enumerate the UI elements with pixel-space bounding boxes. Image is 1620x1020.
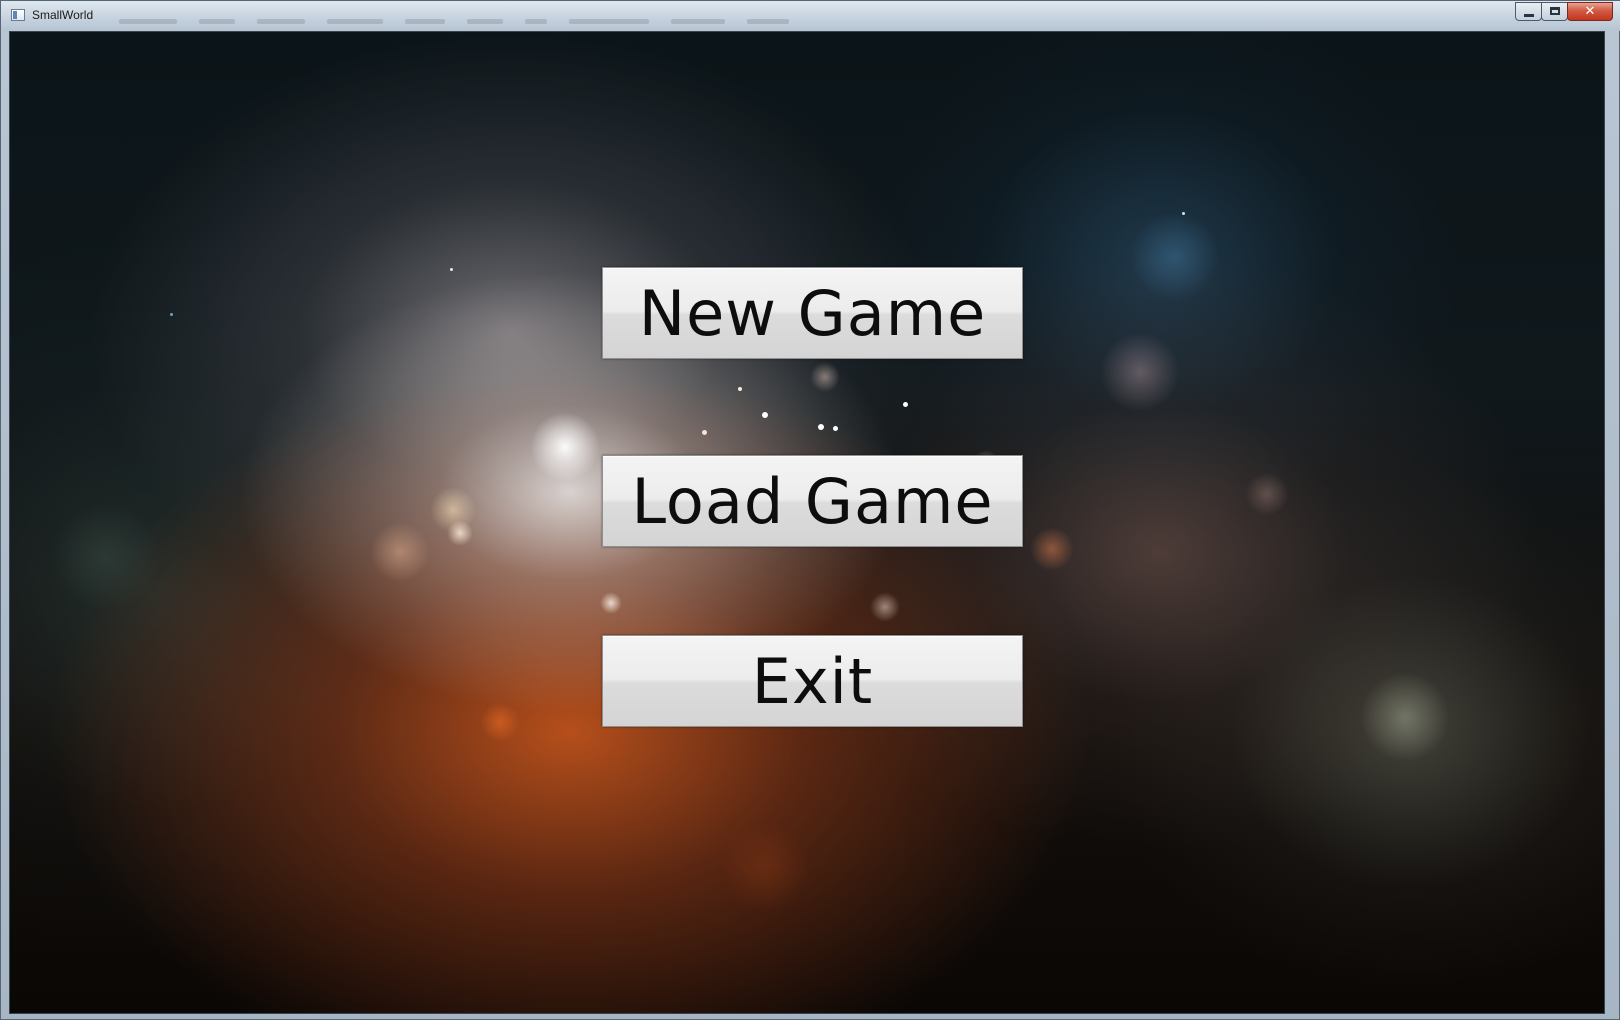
main-menu-screen: New Game Load Game Exit: [9, 31, 1605, 1014]
app-window: SmallWorld ✕ New Game Load Game Exit: [0, 0, 1620, 1020]
maximize-button[interactable]: [1541, 2, 1568, 21]
window-title: SmallWorld: [32, 8, 94, 22]
minimize-icon: [1524, 14, 1534, 17]
close-icon: ✕: [1584, 4, 1596, 19]
app-icon: [11, 9, 25, 21]
exit-label: Exit: [751, 644, 874, 718]
window-controls: ✕: [1515, 2, 1613, 21]
maximize-icon: [1550, 7, 1560, 15]
close-button[interactable]: ✕: [1567, 2, 1613, 21]
minimize-button[interactable]: [1515, 2, 1542, 21]
new-game-button[interactable]: New Game: [602, 267, 1023, 359]
load-game-button[interactable]: Load Game: [602, 455, 1023, 547]
title-bar-background-menu: [119, 19, 789, 24]
exit-button[interactable]: Exit: [602, 635, 1023, 727]
title-bar[interactable]: SmallWorld ✕: [1, 1, 1620, 31]
new-game-label: New Game: [638, 276, 987, 350]
load-game-label: Load Game: [631, 464, 994, 538]
